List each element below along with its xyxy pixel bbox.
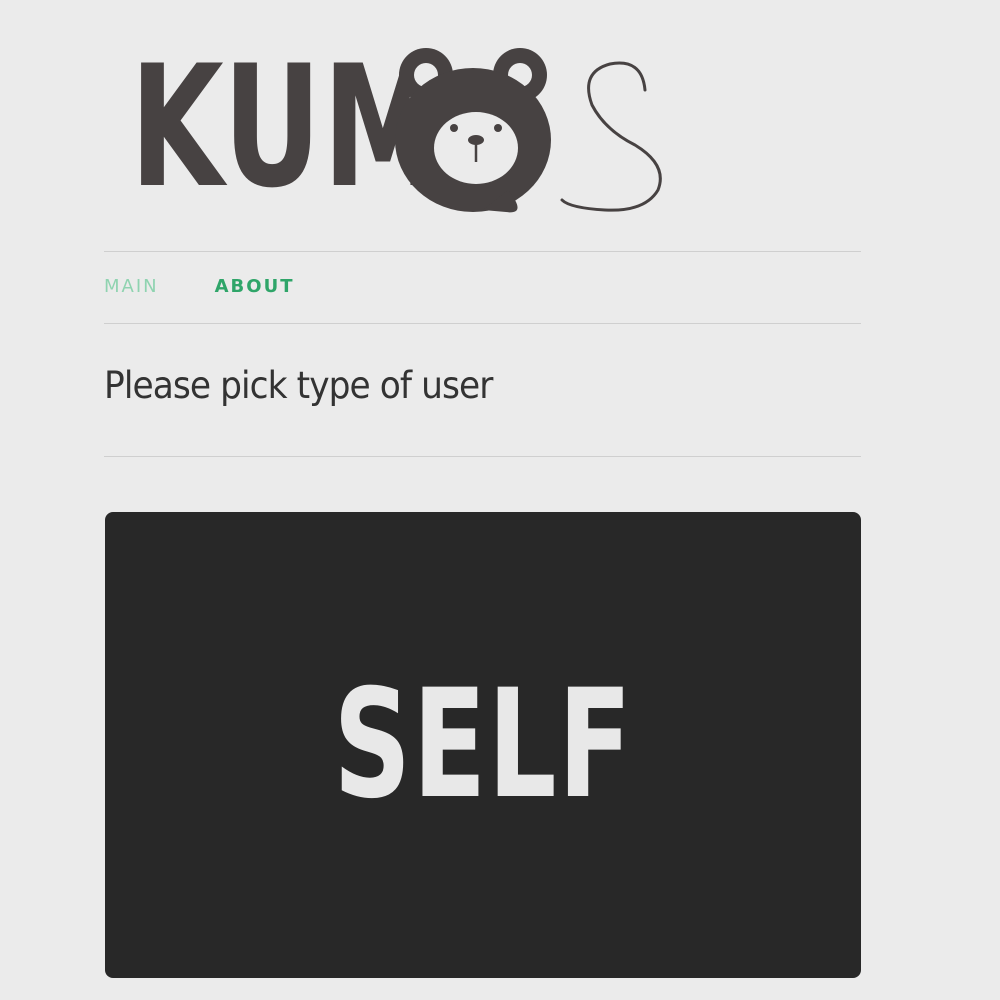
divider: [104, 323, 861, 324]
page: KUM MAIN ABOUT Please pick type of user …: [0, 0, 1000, 1000]
page-title: Please pick type of user: [104, 364, 493, 407]
bear-icon: [395, 48, 551, 213]
nav-item-about[interactable]: ABOUT: [215, 276, 295, 297]
main-nav: MAIN ABOUT: [104, 276, 294, 297]
user-type-label: SELF: [333, 658, 633, 832]
user-type-self-card[interactable]: SELF: [105, 512, 861, 978]
divider: [104, 456, 861, 457]
logo-s-script: [560, 61, 662, 212]
kumos-logo[interactable]: KUM: [130, 30, 690, 215]
nav-item-main[interactable]: MAIN: [104, 276, 159, 297]
divider: [104, 251, 861, 252]
